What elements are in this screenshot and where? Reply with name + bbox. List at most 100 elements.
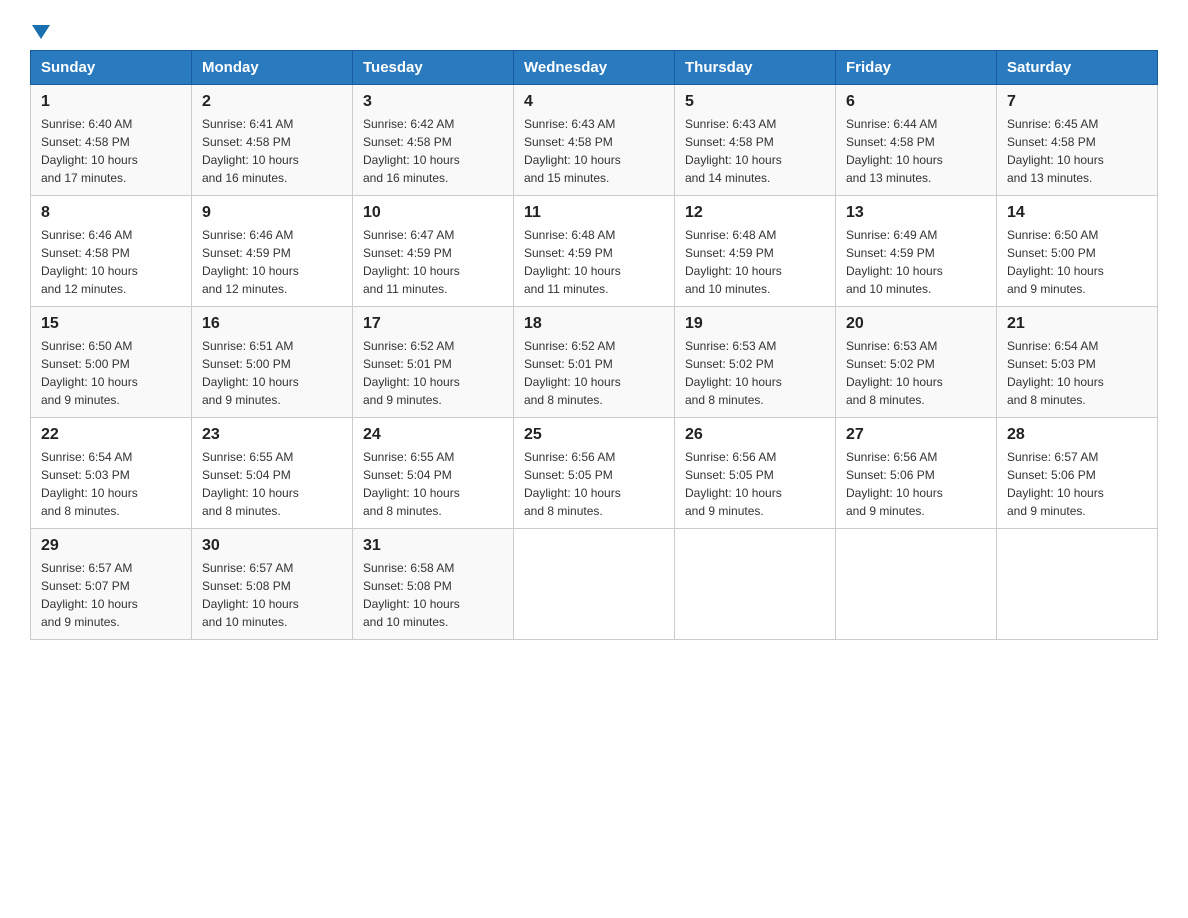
day-info: Sunrise: 6:57 AMSunset: 5:06 PMDaylight:… bbox=[1007, 448, 1147, 520]
day-number: 28 bbox=[1007, 426, 1147, 444]
day-number: 3 bbox=[363, 93, 503, 111]
day-number: 21 bbox=[1007, 315, 1147, 333]
day-info: Sunrise: 6:46 AMSunset: 4:59 PMDaylight:… bbox=[202, 226, 342, 298]
day-info: Sunrise: 6:53 AMSunset: 5:02 PMDaylight:… bbox=[846, 337, 986, 409]
day-info: Sunrise: 6:56 AMSunset: 5:06 PMDaylight:… bbox=[846, 448, 986, 520]
calendar-cell: 26Sunrise: 6:56 AMSunset: 5:05 PMDayligh… bbox=[675, 418, 836, 529]
calendar-cell: 25Sunrise: 6:56 AMSunset: 5:05 PMDayligh… bbox=[514, 418, 675, 529]
calendar-cell: 29 Sunrise: 6:57 AMSunset: 5:07 PMDayligh… bbox=[31, 529, 192, 640]
day-info: Sunrise: 6:56 AMSunset: 5:05 PMDaylight:… bbox=[524, 448, 664, 520]
day-info: Sunrise: 6:54 AMSunset: 5:03 PMDaylight:… bbox=[1007, 337, 1147, 409]
day-info: Sunrise: 6:46 AMSunset: 4:58 PMDaylight:… bbox=[41, 226, 181, 298]
day-info: Sunrise: 6:52 AMSunset: 5:01 PMDaylight:… bbox=[363, 337, 503, 409]
day-number: 17 bbox=[363, 315, 503, 333]
calendar-cell: 15 Sunrise: 6:50 AMSunset: 5:00 PMDayligh… bbox=[31, 307, 192, 418]
day-info: Sunrise: 6:51 AMSunset: 5:00 PMDaylight:… bbox=[202, 337, 342, 409]
day-number: 6 bbox=[846, 93, 986, 111]
day-info: Sunrise: 6:58 AMSunset: 5:08 PMDaylight:… bbox=[363, 559, 503, 631]
day-info: Sunrise: 6:50 AMSunset: 5:00 PMDaylight:… bbox=[1007, 226, 1147, 298]
calendar-cell: 30Sunrise: 6:57 AMSunset: 5:08 PMDayligh… bbox=[192, 529, 353, 640]
logo bbox=[30, 20, 50, 34]
week-row-5: 29 Sunrise: 6:57 AMSunset: 5:07 PMDayligh… bbox=[31, 529, 1158, 640]
day-number: 23 bbox=[202, 426, 342, 444]
col-header-monday: Monday bbox=[192, 51, 353, 85]
day-info: Sunrise: 6:54 AMSunset: 5:03 PMDaylight:… bbox=[41, 448, 181, 520]
day-number: 1 bbox=[41, 93, 181, 111]
day-number: 31 bbox=[363, 537, 503, 555]
day-info: Sunrise: 6:53 AMSunset: 5:02 PMDaylight:… bbox=[685, 337, 825, 409]
day-info: Sunrise: 6:49 AMSunset: 4:59 PMDaylight:… bbox=[846, 226, 986, 298]
calendar-cell: 12 Sunrise: 6:48 AMSunset: 4:59 PMDayligh… bbox=[675, 196, 836, 307]
week-row-1: 1Sunrise: 6:40 AMSunset: 4:58 PMDaylight… bbox=[31, 85, 1158, 196]
calendar-cell: 28 Sunrise: 6:57 AMSunset: 5:06 PMDayligh… bbox=[997, 418, 1158, 529]
day-number: 22 bbox=[41, 426, 181, 444]
calendar-cell bbox=[514, 529, 675, 640]
day-number: 29 bbox=[41, 537, 181, 555]
day-number: 26 bbox=[685, 426, 825, 444]
day-number: 19 bbox=[685, 315, 825, 333]
calendar-cell: 2 Sunrise: 6:41 AMSunset: 4:58 PMDaylight… bbox=[192, 85, 353, 196]
day-info: Sunrise: 6:52 AMSunset: 5:01 PMDaylight:… bbox=[524, 337, 664, 409]
calendar-cell bbox=[675, 529, 836, 640]
day-info: Sunrise: 6:44 AMSunset: 4:58 PMDaylight:… bbox=[846, 115, 986, 187]
calendar-cell: 20Sunrise: 6:53 AMSunset: 5:02 PMDayligh… bbox=[836, 307, 997, 418]
col-header-thursday: Thursday bbox=[675, 51, 836, 85]
day-info: Sunrise: 6:55 AMSunset: 5:04 PMDaylight:… bbox=[202, 448, 342, 520]
col-header-sunday: Sunday bbox=[31, 51, 192, 85]
day-info: Sunrise: 6:48 AMSunset: 4:59 PMDaylight:… bbox=[685, 226, 825, 298]
day-info: Sunrise: 6:42 AMSunset: 4:58 PMDaylight:… bbox=[363, 115, 503, 187]
calendar-cell: 24 Sunrise: 6:55 AMSunset: 5:04 PMDayligh… bbox=[353, 418, 514, 529]
calendar-cell: 13 Sunrise: 6:49 AMSunset: 4:59 PMDayligh… bbox=[836, 196, 997, 307]
week-row-3: 15 Sunrise: 6:50 AMSunset: 5:00 PMDayligh… bbox=[31, 307, 1158, 418]
day-number: 14 bbox=[1007, 204, 1147, 222]
day-info: Sunrise: 6:50 AMSunset: 5:00 PMDaylight:… bbox=[41, 337, 181, 409]
calendar-cell: 9 Sunrise: 6:46 AMSunset: 4:59 PMDaylight… bbox=[192, 196, 353, 307]
calendar-cell: 19 Sunrise: 6:53 AMSunset: 5:02 PMDayligh… bbox=[675, 307, 836, 418]
calendar-cell bbox=[836, 529, 997, 640]
day-number: 10 bbox=[363, 204, 503, 222]
calendar-cell bbox=[997, 529, 1158, 640]
calendar-cell: 18 Sunrise: 6:52 AMSunset: 5:01 PMDayligh… bbox=[514, 307, 675, 418]
calendar-cell: 14 Sunrise: 6:50 AMSunset: 5:00 PMDayligh… bbox=[997, 196, 1158, 307]
calendar-cell: 8Sunrise: 6:46 AMSunset: 4:58 PMDaylight… bbox=[31, 196, 192, 307]
calendar-cell: 7 Sunrise: 6:45 AMSunset: 4:58 PMDaylight… bbox=[997, 85, 1158, 196]
calendar-cell: 23 Sunrise: 6:55 AMSunset: 5:04 PMDayligh… bbox=[192, 418, 353, 529]
calendar-cell: 1Sunrise: 6:40 AMSunset: 4:58 PMDaylight… bbox=[31, 85, 192, 196]
day-number: 24 bbox=[363, 426, 503, 444]
col-header-tuesday: Tuesday bbox=[353, 51, 514, 85]
calendar-cell: 6 Sunrise: 6:44 AMSunset: 4:58 PMDaylight… bbox=[836, 85, 997, 196]
calendar-cell: 3 Sunrise: 6:42 AMSunset: 4:58 PMDaylight… bbox=[353, 85, 514, 196]
day-info: Sunrise: 6:45 AMSunset: 4:58 PMDaylight:… bbox=[1007, 115, 1147, 187]
day-info: Sunrise: 6:57 AMSunset: 5:08 PMDaylight:… bbox=[202, 559, 342, 631]
calendar-cell: 17 Sunrise: 6:52 AMSunset: 5:01 PMDayligh… bbox=[353, 307, 514, 418]
day-number: 7 bbox=[1007, 93, 1147, 111]
day-number: 11 bbox=[524, 204, 664, 222]
calendar-cell: 5Sunrise: 6:43 AMSunset: 4:58 PMDaylight… bbox=[675, 85, 836, 196]
day-number: 9 bbox=[202, 204, 342, 222]
calendar-cell: 27 Sunrise: 6:56 AMSunset: 5:06 PMDayligh… bbox=[836, 418, 997, 529]
calendar-cell: 10 Sunrise: 6:47 AMSunset: 4:59 PMDayligh… bbox=[353, 196, 514, 307]
col-header-friday: Friday bbox=[836, 51, 997, 85]
day-number: 13 bbox=[846, 204, 986, 222]
day-number: 12 bbox=[685, 204, 825, 222]
day-info: Sunrise: 6:41 AMSunset: 4:58 PMDaylight:… bbox=[202, 115, 342, 187]
calendar-cell: 4 Sunrise: 6:43 AMSunset: 4:58 PMDaylight… bbox=[514, 85, 675, 196]
day-info: Sunrise: 6:57 AMSunset: 5:07 PMDaylight:… bbox=[41, 559, 181, 631]
day-info: Sunrise: 6:43 AMSunset: 4:58 PMDaylight:… bbox=[524, 115, 664, 187]
day-info: Sunrise: 6:47 AMSunset: 4:59 PMDaylight:… bbox=[363, 226, 503, 298]
logo-arrow-icon bbox=[32, 25, 50, 39]
calendar-cell: 21 Sunrise: 6:54 AMSunset: 5:03 PMDayligh… bbox=[997, 307, 1158, 418]
day-number: 2 bbox=[202, 93, 342, 111]
day-number: 18 bbox=[524, 315, 664, 333]
calendar-cell: 16Sunrise: 6:51 AMSunset: 5:00 PMDayligh… bbox=[192, 307, 353, 418]
page-header bbox=[30, 20, 1158, 34]
week-row-4: 22 Sunrise: 6:54 AMSunset: 5:03 PMDayligh… bbox=[31, 418, 1158, 529]
day-number: 27 bbox=[846, 426, 986, 444]
col-header-wednesday: Wednesday bbox=[514, 51, 675, 85]
calendar-header-row: SundayMondayTuesdayWednesdayThursdayFrid… bbox=[31, 51, 1158, 85]
day-number: 5 bbox=[685, 93, 825, 111]
day-info: Sunrise: 6:55 AMSunset: 5:04 PMDaylight:… bbox=[363, 448, 503, 520]
calendar-cell: 31 Sunrise: 6:58 AMSunset: 5:08 PMDayligh… bbox=[353, 529, 514, 640]
day-number: 15 bbox=[41, 315, 181, 333]
day-number: 4 bbox=[524, 93, 664, 111]
